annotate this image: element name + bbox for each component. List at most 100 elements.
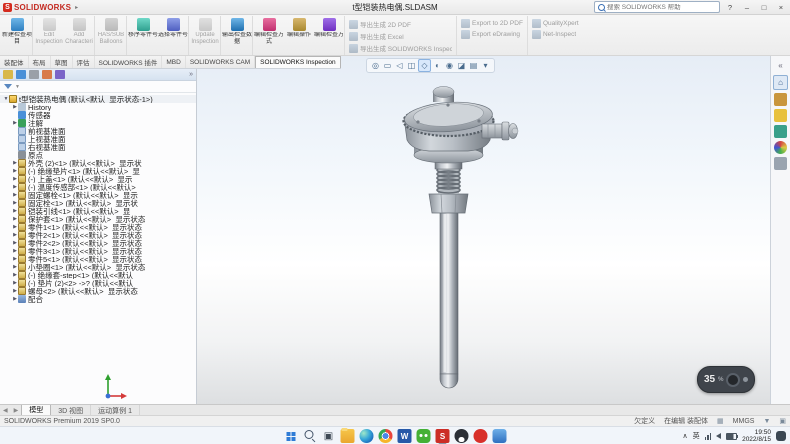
tree-item-root[interactable]: ▼ t型铠装热电偶 (默认<默认_显示状态-1>)	[0, 95, 196, 103]
export-inspection-project-cn-button[interactable]: 导出生成 SOLIDWORKS Inspection 项目	[349, 43, 452, 53]
tree-item-part2-2[interactable]: ▶ 零件2<2> (默认<<默认>_显示状态	[0, 239, 196, 247]
search-button[interactable]	[303, 429, 317, 443]
tree-item-part1[interactable]: ▶ 零件1<1> (默认<<默认>_显示状态	[0, 223, 196, 231]
order-balloon-button[interactable]: 移序零件号	[128, 16, 158, 55]
task-view-button[interactable]: ▣	[322, 429, 336, 443]
qualityxpert-button[interactable]: QualityXpert	[532, 19, 579, 28]
close-button[interactable]: ×	[774, 2, 788, 13]
units-selector[interactable]: MMGS	[733, 418, 755, 425]
chrome-button[interactable]	[379, 429, 393, 443]
mail-button[interactable]	[493, 429, 507, 443]
tree-item-temp-sensor[interactable]: ▶ (-) 温度传感部<1> (默认<<默认>	[0, 183, 196, 191]
tab-addins[interactable]: SOLIDWORKS 插件	[95, 56, 163, 68]
graphics-area[interactable]: ◎ ▭ ◁ ◫ ◇ ◐ ◉ ◪ ▤ ▾	[196, 56, 770, 404]
net-inspect-button[interactable]: Net-Inspect	[532, 30, 579, 39]
export-excel-cn-button[interactable]: 导出生成 Excel	[349, 31, 452, 41]
view-palette-icon[interactable]	[774, 125, 787, 138]
view-orientation-icon[interactable]: ◇	[418, 59, 431, 72]
tree-item-top-plane[interactable]: 上视基准面	[0, 135, 196, 143]
hide-show-icon[interactable]: ◉	[444, 60, 455, 71]
tree-item-part2-1[interactable]: ▶ 零件2<1> (默认<<默认>_显示状态	[0, 231, 196, 239]
filter-caret-icon[interactable]: ▼	[15, 84, 20, 90]
section-view-icon[interactable]: ◫	[406, 60, 417, 71]
export-inspection-data-button[interactable]: 输出检查数据	[222, 16, 253, 55]
units-caret-icon[interactable]: ▼	[763, 418, 770, 425]
tree-item-nut[interactable]: ▶ 螺母<2> (默认<<默认>_显示状态	[0, 287, 196, 295]
start-button[interactable]	[284, 429, 298, 443]
tab-evaluate[interactable]: 评估	[73, 56, 95, 68]
select-balloon-button[interactable]: 选择零件号	[158, 16, 189, 55]
edit-operation-button[interactable]: 编辑操作	[284, 16, 314, 55]
dimxpertmanager-tab-icon[interactable]	[42, 70, 52, 79]
tree-item-history[interactable]: ▶ History	[0, 103, 196, 111]
edit-appearance-icon[interactable]: ◪	[456, 60, 467, 71]
edit-inspection-method-button[interactable]: 编辑检查方式	[254, 16, 284, 55]
tree-item-origin[interactable]: 原点	[0, 151, 196, 159]
tree-item-shim[interactable]: ▶ (-) 垫片 (2)<2> ->? (默认<<默认	[0, 279, 196, 287]
balloons-button[interactable]: HAS/SUB Balloons	[96, 16, 127, 55]
tree-item-mates[interactable]: ▶ 配合	[0, 295, 196, 303]
view-settings-icon[interactable]: ▾	[480, 60, 491, 71]
solidworks-button[interactable]: S	[436, 429, 450, 443]
tree-item-insulation-step[interactable]: ▶ (-) 绝缘套-step<1> (默认<<默认	[0, 271, 196, 279]
zoom-fit-icon[interactable]: ◎	[370, 60, 381, 71]
grid-icon[interactable]: ▦	[717, 417, 724, 425]
battery-icon[interactable]	[726, 433, 737, 440]
edit-inspection-macro-button[interactable]: 编辑检查方	[314, 16, 344, 55]
help-button[interactable]: ?	[723, 2, 737, 13]
add-characteristics-button[interactable]: Add Characteristics	[64, 16, 95, 55]
zoom-indicator[interactable]: 35 %	[697, 366, 755, 393]
tree-item-protect-sleeve[interactable]: ▶ 保护套<1> (默认<<默认>_显示状态	[0, 215, 196, 223]
apply-scene-icon[interactable]: ▤	[468, 60, 479, 71]
previous-view-icon[interactable]: ◁	[394, 60, 405, 71]
minimize-button[interactable]: –	[740, 2, 754, 13]
tray-chevron-icon[interactable]: ∧	[682, 432, 687, 440]
display-style-icon[interactable]: ◐	[432, 60, 443, 71]
help-search-box[interactable]	[594, 1, 720, 13]
menu-flyout-arrow-icon[interactable]: ▸	[75, 4, 78, 11]
notification-badge-icon[interactable]	[776, 431, 786, 441]
resources-icon[interactable]: ⌂	[773, 75, 788, 90]
configurationmanager-tab-icon[interactable]	[29, 70, 39, 79]
propertymanager-tab-icon[interactable]	[16, 70, 26, 79]
filter-icon[interactable]	[4, 84, 12, 89]
export-to-2d-pdf-button[interactable]: Export to 2D PDF	[461, 19, 523, 28]
tab-layout[interactable]: 布局	[29, 56, 51, 68]
new-inspection-project-button[interactable]: 新建检查项目	[2, 16, 33, 55]
music-button[interactable]	[474, 429, 488, 443]
thermocouple-3d-model[interactable]	[388, 84, 538, 390]
export-2d-pdf-cn-button[interactable]: 导出生成 2D PDF	[349, 19, 452, 29]
tree-item-small-washer[interactable]: ▶ 小垫圈<1> (默认<<默认>_显示状态	[0, 263, 196, 271]
tree-item-sensors[interactable]: 传感器	[0, 111, 196, 119]
appearances-icon[interactable]	[774, 141, 787, 154]
tree-item-front-plane[interactable]: 前视基准面	[0, 127, 196, 135]
tree-item-top-cover[interactable]: ▶ (-) 上盖<1> (默认<<默认>_显示	[0, 175, 196, 183]
zoom-area-icon[interactable]: ▭	[382, 60, 393, 71]
file-explorer-button[interactable]	[341, 429, 355, 443]
edge-button[interactable]	[360, 429, 374, 443]
word-button[interactable]: W	[398, 429, 412, 443]
tree-item-part3[interactable]: ▶ 零件3<1> (默认<<默认>_显示状态	[0, 247, 196, 255]
tree-item-insulation-gasket[interactable]: ▶ (-) 绝缘垫片<1> (默认<<默认>_显	[0, 167, 196, 175]
tree-item-fixing-bolt[interactable]: ▶ 固定螺栓<1> (默认<<默认>_显示	[0, 191, 196, 199]
file-explorer-pane-icon[interactable]	[774, 109, 787, 122]
clock[interactable]: 19:50 2022/8/15	[742, 429, 771, 444]
tree-item-part5[interactable]: ▶ 零件5<1> (默认<<默认>_显示状态	[0, 255, 196, 263]
tab-mbd[interactable]: MBD	[162, 56, 185, 68]
maximize-button[interactable]: □	[757, 2, 771, 13]
tab-assembly[interactable]: 装配体	[0, 56, 29, 68]
network-icon[interactable]	[705, 433, 712, 440]
tab-inspection[interactable]: SOLIDWORKS Inspection	[255, 56, 341, 68]
tree-item-fixing-pin[interactable]: ▶ 固定栓<1> (默认<<默认>_显示状	[0, 199, 196, 207]
task-pane-collapse-icon[interactable]: «	[774, 59, 787, 72]
export-edrawing-button[interactable]: Export eDrawing	[461, 30, 523, 39]
edit-inspection-button[interactable]: Edit Inspection	[34, 16, 64, 55]
displaymanager-tab-icon[interactable]	[55, 70, 65, 79]
custom-properties-icon[interactable]	[774, 157, 787, 170]
tree-item-right-plane[interactable]: 右视基准面	[0, 143, 196, 151]
featuremanager-tab-icon[interactable]	[3, 70, 13, 79]
panel-overflow-icon[interactable]: »	[189, 71, 193, 78]
ime-indicator[interactable]: 英	[693, 431, 700, 441]
help-search-input[interactable]	[607, 4, 716, 11]
solidworks-logo[interactable]: S SOLIDWORKS ▸	[0, 3, 78, 12]
